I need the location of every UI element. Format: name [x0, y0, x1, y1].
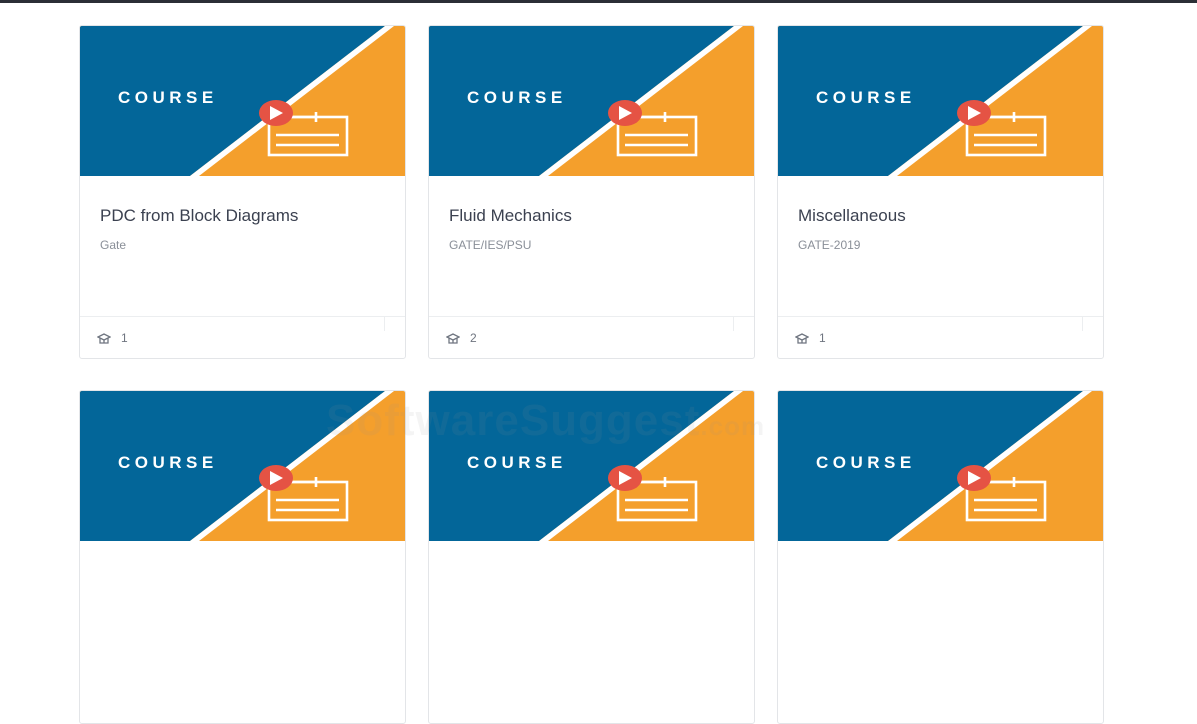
course-card[interactable]: COURSE	[79, 390, 406, 724]
card-footer: 2	[429, 316, 754, 358]
lesson-icon	[794, 332, 810, 344]
course-label: COURSE	[118, 453, 218, 472]
course-thumbnail[interactable]: COURSE	[778, 26, 1103, 176]
course-card[interactable]: COURSE	[777, 390, 1104, 724]
course-thumbnail[interactable]: COURSE	[429, 26, 754, 176]
lesson-count: 1	[819, 330, 826, 345]
play-icon	[608, 100, 642, 126]
lesson-icon	[96, 332, 112, 344]
course-category: Gate	[100, 238, 127, 252]
card-footer: 1	[80, 316, 405, 358]
course-card[interactable]: COURSE PDC from Block Diagrams Gate 1	[79, 25, 406, 359]
course-banner-graphic: COURSE	[778, 26, 1103, 176]
course-label: COURSE	[816, 453, 916, 472]
course-banner-graphic: COURSE	[80, 391, 405, 541]
course-thumbnail[interactable]: COURSE	[80, 26, 405, 176]
course-thumbnail[interactable]: COURSE	[778, 391, 1103, 541]
course-label: COURSE	[467, 88, 567, 107]
lesson-count: 1	[121, 330, 128, 345]
course-title[interactable]: PDC from Block Diagrams	[100, 206, 385, 226]
footer-divider	[384, 317, 385, 331]
footer-divider	[733, 317, 734, 331]
course-card[interactable]: COURSE Miscellaneous GATE-2019 1	[777, 25, 1104, 359]
course-title[interactable]: Miscellaneous	[798, 206, 1083, 226]
lesson-count: 2	[470, 330, 477, 345]
lesson-icon	[445, 332, 461, 344]
course-banner-graphic: COURSE	[80, 26, 405, 176]
course-category: GATE/IES/PSU	[449, 238, 532, 252]
course-grid: COURSE PDC from Block Diagrams Gate 1 CO…	[79, 25, 1104, 724]
play-icon	[259, 100, 293, 126]
course-label: COURSE	[816, 88, 916, 107]
course-category: GATE-2019	[798, 238, 861, 252]
play-icon	[608, 465, 642, 491]
course-thumbnail[interactable]: COURSE	[429, 391, 754, 541]
play-icon	[957, 465, 991, 491]
course-label: COURSE	[118, 88, 218, 107]
course-banner-graphic: COURSE	[429, 391, 754, 541]
play-icon	[957, 100, 991, 126]
course-thumbnail[interactable]: COURSE	[80, 391, 405, 541]
card-footer: 1	[778, 316, 1103, 358]
footer-divider	[1082, 317, 1083, 331]
course-title[interactable]: Fluid Mechanics	[449, 206, 734, 226]
course-banner-graphic: COURSE	[778, 391, 1103, 541]
course-card[interactable]: COURSE	[428, 390, 755, 724]
play-icon	[259, 465, 293, 491]
course-label: COURSE	[467, 453, 567, 472]
course-banner-graphic: COURSE	[429, 26, 754, 176]
course-card[interactable]: COURSE Fluid Mechanics GATE/IES/PSU 2	[428, 25, 755, 359]
top-bar	[0, 0, 1197, 3]
